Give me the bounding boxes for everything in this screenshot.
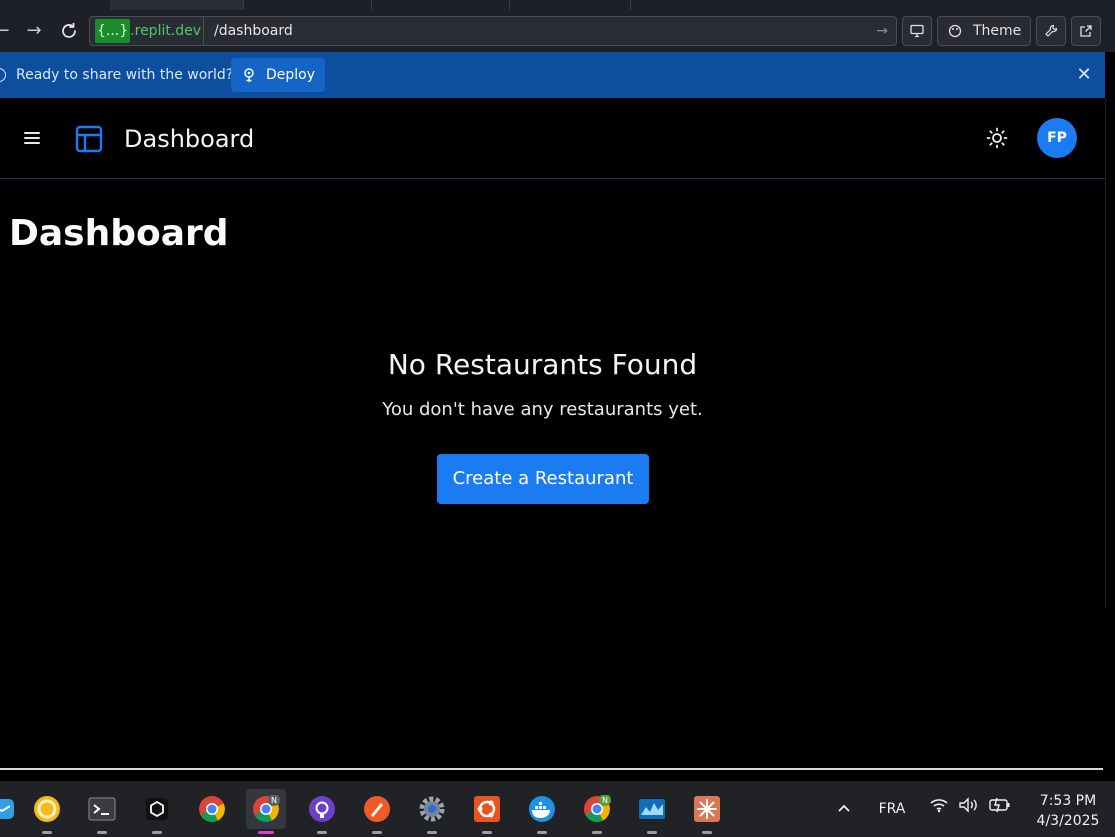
banner-message: Ready to share with the world? — [16, 67, 234, 83]
deploy-button[interactable]: Deploy — [231, 58, 325, 92]
browser-tab[interactable] — [510, 0, 631, 10]
browser-tab[interactable] — [372, 0, 510, 10]
reload-icon[interactable] — [57, 18, 81, 44]
external-link-icon — [1080, 25, 1092, 37]
app-title: Dashboard — [124, 125, 255, 153]
chevron-up-icon[interactable] — [832, 781, 856, 837]
docker-icon[interactable] — [522, 789, 562, 834]
svg-text:N: N — [602, 796, 608, 805]
github-icon[interactable] — [302, 789, 342, 834]
scrollbar[interactable] — [1105, 98, 1115, 608]
language-indicator[interactable]: FRA — [872, 781, 912, 837]
deploy-banner: Ready to share with the world? Deploy ✕ — [0, 52, 1105, 98]
clock[interactable]: 7:53 PM 4/3/2025 — [1026, 791, 1110, 831]
menu-icon[interactable] — [24, 130, 42, 146]
claude-icon[interactable] — [687, 789, 727, 834]
browser-tab-strip — [0, 0, 1115, 12]
window-gap — [0, 770, 1115, 781]
deploy-icon — [244, 68, 254, 82]
terminal-icon[interactable] — [82, 789, 122, 834]
url-path: /dashboard — [214, 23, 293, 39]
url-domain-rest: .replit.dev — [130, 23, 202, 39]
circle-app-icon[interactable] — [27, 789, 67, 834]
palette-icon — [948, 24, 962, 38]
devtools-button[interactable] — [1036, 16, 1066, 46]
monitor-icon — [910, 24, 924, 38]
deploy-label: Deploy — [266, 67, 316, 83]
paw-app-icon[interactable] — [357, 789, 397, 834]
chrome-icon[interactable] — [192, 789, 232, 829]
chrome-n-icon[interactable]: N — [246, 789, 286, 834]
theme-button[interactable]: Theme — [937, 16, 1031, 46]
avatar[interactable]: FP — [1037, 118, 1077, 158]
empty-state-message: You don't have any restaurants yet. — [382, 399, 703, 420]
ubuntu-icon[interactable] — [467, 789, 507, 834]
theme-label: Theme — [973, 23, 1022, 39]
url-go-icon[interactable]: → — [876, 17, 888, 45]
url-domain-highlight: {...} — [95, 19, 131, 43]
browser-tab-active[interactable] — [110, 0, 244, 10]
app-header: Dashboard FP — [0, 98, 1105, 179]
wrench-icon — [1045, 24, 1058, 37]
taskbar: N N FRA 7:53 PM 4/3/2025 — [0, 781, 1115, 837]
clock-date: 4/3/2025 — [1036, 813, 1100, 829]
chrome-n-green-icon[interactable]: N — [577, 789, 617, 834]
wifi-icon[interactable] — [927, 781, 951, 837]
forward-icon[interactable]: → — [22, 18, 46, 44]
monitor-chart-icon[interactable] — [632, 789, 672, 834]
back-icon[interactable]: ← — [0, 18, 14, 44]
close-icon[interactable]: ✕ — [1073, 64, 1095, 86]
box-app-icon[interactable] — [137, 789, 177, 834]
browser-toolbar: ← → {...} .replit.dev /dashboard → Theme — [0, 12, 1115, 52]
clock-time: 7:53 PM — [1039, 793, 1097, 809]
browser-tab[interactable] — [244, 0, 372, 10]
empty-state-title: No Restaurants Found — [387, 348, 698, 381]
open-external-button[interactable] — [1071, 16, 1101, 46]
info-icon — [0, 68, 6, 82]
mail-icon[interactable] — [0, 789, 22, 829]
devices-button[interactable] — [902, 16, 932, 46]
create-restaurant-button[interactable]: Create a Restaurant — [437, 454, 649, 504]
volume-icon[interactable] — [956, 781, 982, 837]
sun-icon[interactable] — [985, 126, 1009, 150]
page-title: Dashboard — [9, 213, 229, 254]
svg-text:N: N — [271, 796, 277, 805]
url-domain: {...} .replit.dev — [90, 17, 204, 45]
url-bar[interactable]: {...} .replit.dev /dashboard → — [89, 16, 897, 46]
layout-icon — [75, 125, 103, 153]
screen: ← → {...} .replit.dev /dashboard → Theme… — [0, 0, 1115, 837]
battery-icon[interactable] — [986, 781, 1014, 837]
settings-icon[interactable] — [412, 789, 452, 834]
